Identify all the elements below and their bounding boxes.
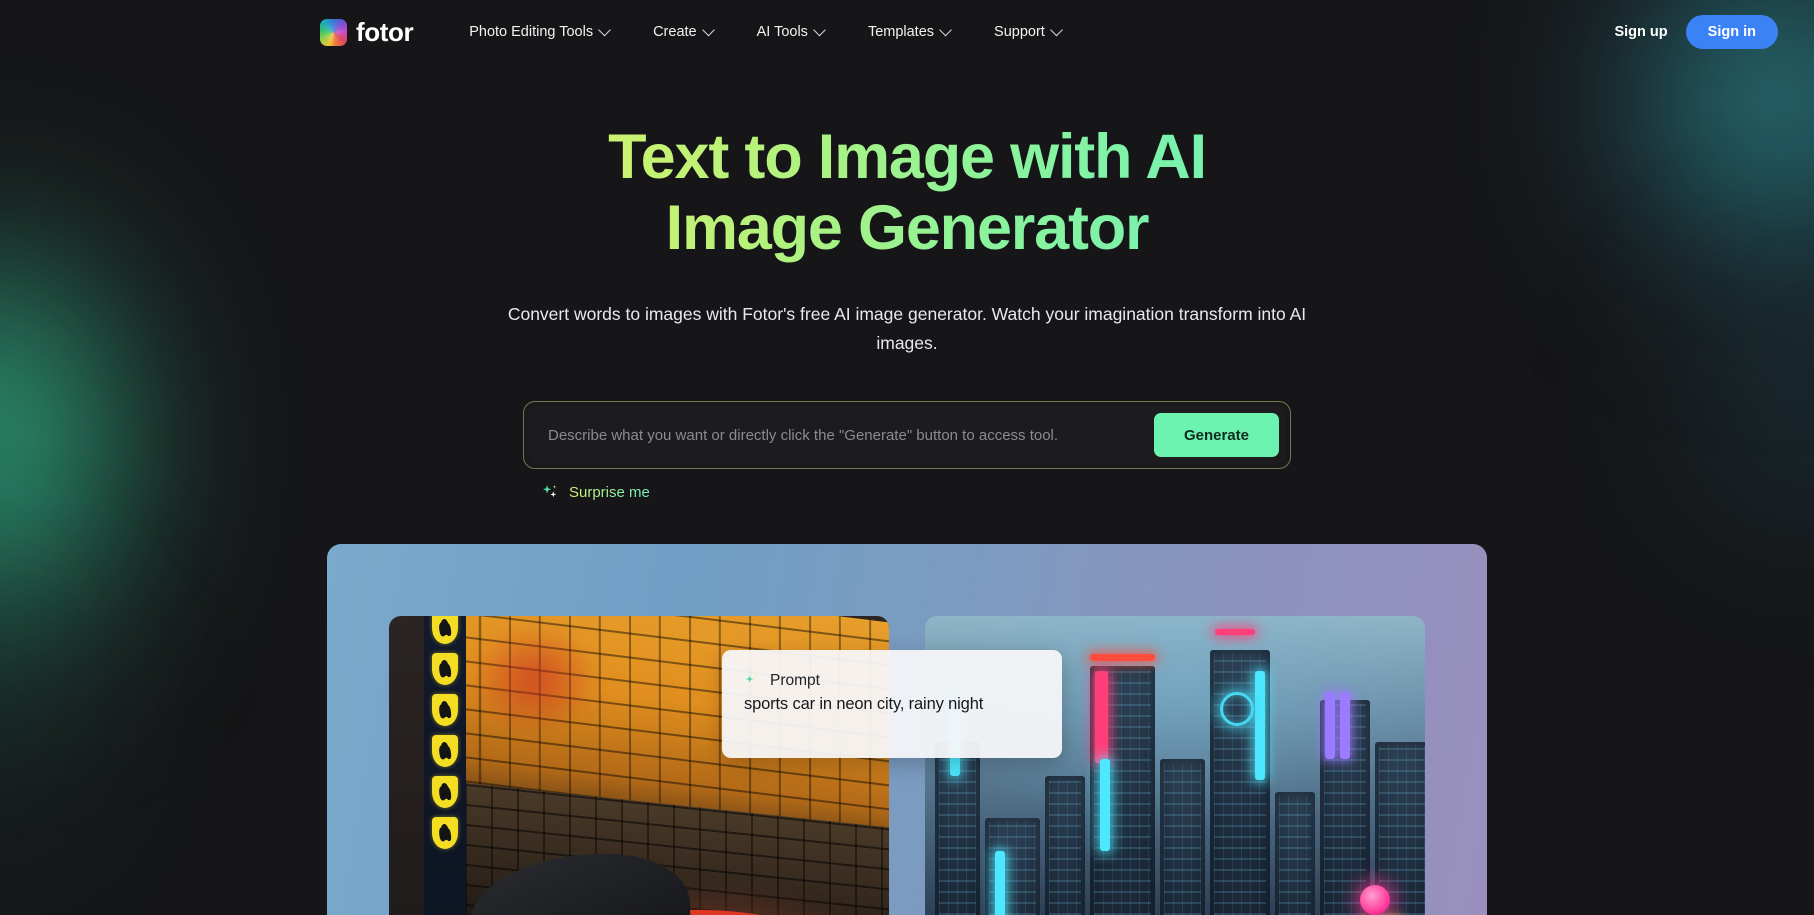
- primary-navigation: Photo Editing Tools Create AI Tools Temp…: [447, 16, 1083, 48]
- fotor-logo[interactable]: fotor: [320, 17, 414, 47]
- city-tower: [1045, 775, 1085, 915]
- nav-item-support[interactable]: Support: [972, 16, 1083, 48]
- car-red-glow: [469, 624, 599, 735]
- nav-label: Create: [653, 24, 697, 40]
- chevron-down-icon: [701, 23, 715, 36]
- sign-up-link[interactable]: Sign up: [1614, 24, 1667, 40]
- chevron-down-icon: [813, 23, 826, 36]
- chevron-down-icon: [1049, 23, 1063, 36]
- ferrari-shield-icon: [432, 734, 458, 767]
- ferrari-shield-icon: [432, 616, 458, 644]
- neon-sign: [1340, 691, 1350, 759]
- neon-sign: [1325, 691, 1335, 759]
- city-tower: [1275, 792, 1315, 915]
- prompt-preview-card: Prompt sports car in neon city, rainy ni…: [722, 650, 1062, 758]
- nav-item-templates[interactable]: Templates: [846, 16, 972, 48]
- neon-sign: [1215, 628, 1255, 635]
- hero-title-line-1: Text to Image with AI: [608, 122, 1206, 192]
- hero-subtitle: Convert words to images with Fotor's fre…: [507, 304, 1307, 353]
- nav-item-photo-editing-tools[interactable]: Photo Editing Tools: [447, 16, 631, 48]
- generate-button[interactable]: Generate: [1153, 413, 1279, 458]
- surprise-me-label: Surprise me: [569, 484, 650, 502]
- chevron-down-icon: [939, 23, 952, 36]
- prompt-card-label: Prompt: [770, 672, 820, 689]
- hero-section: Text to Image with AI Image Generator Co…: [0, 64, 1814, 502]
- prompt-bar: Generate: [528, 406, 1286, 465]
- nav-label: Templates: [867, 24, 935, 40]
- neon-ring-sign: [1220, 691, 1254, 726]
- neon-sign: [1255, 670, 1265, 780]
- sparkle-icon: [744, 673, 761, 690]
- sparkle-icon: [541, 483, 560, 502]
- neon-sign: [1090, 653, 1155, 661]
- nav-label: AI Tools: [756, 24, 808, 40]
- ferrari-shield-icon: [432, 652, 458, 685]
- neon-sign: [1095, 670, 1108, 764]
- nav-item-create[interactable]: Create: [631, 16, 735, 48]
- sign-in-button[interactable]: Sign in: [1685, 15, 1778, 49]
- neon-sign: [995, 851, 1005, 915]
- ferrari-shield-icon: [432, 775, 458, 808]
- ferrari-shield-icon: [432, 693, 458, 726]
- prompt-bar-container: Generate: [523, 401, 1291, 470]
- prompt-card-header: Prompt: [744, 672, 1040, 690]
- nav-item-ai-tools[interactable]: AI Tools: [735, 16, 846, 48]
- logo-wordmark: fotor: [356, 17, 414, 47]
- city-tower: [985, 817, 1040, 915]
- page-title: Text to Image with AI Image Generator: [547, 122, 1267, 264]
- chevron-down-icon: [598, 23, 611, 36]
- hero-title-line-2: Image Generator: [665, 193, 1149, 264]
- ferrari-sign-column: [424, 616, 466, 915]
- neon-dot-sign: [1360, 884, 1390, 915]
- nav-label: Support: [994, 24, 1045, 40]
- header-actions: Sign up Sign in: [1614, 15, 1778, 49]
- prompt-card-text: sports car in neon city, rainy night: [744, 695, 984, 713]
- ferrari-shield-icon: [432, 816, 458, 849]
- neon-sign: [1100, 758, 1110, 852]
- fotor-color-wheel-icon: [320, 18, 347, 46]
- nav-label: Photo Editing Tools: [469, 24, 594, 40]
- page-root: fotor Photo Editing Tools Create AI Tool…: [0, 0, 1814, 915]
- city-tower: [1160, 758, 1205, 915]
- surprise-me-row: Surprise me: [523, 483, 1291, 502]
- site-header: fotor Photo Editing Tools Create AI Tool…: [0, 0, 1814, 64]
- prompt-input[interactable]: [548, 426, 1154, 444]
- surprise-me-link[interactable]: Surprise me: [541, 483, 650, 502]
